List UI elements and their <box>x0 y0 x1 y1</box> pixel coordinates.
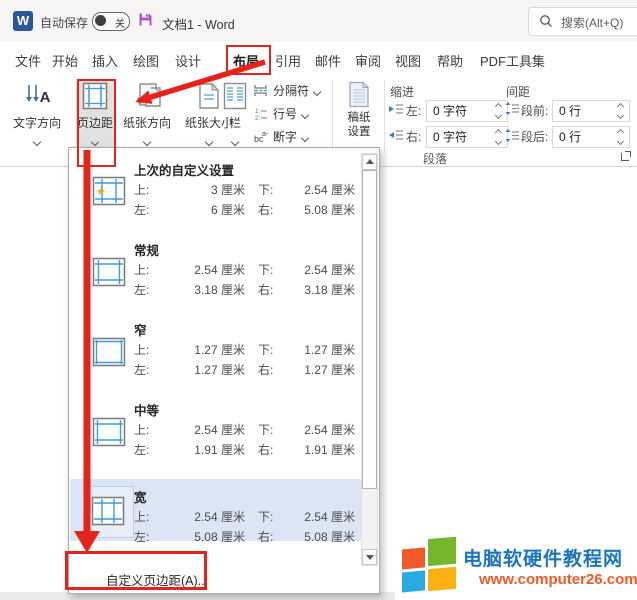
margin-preset-last-custom[interactable]: ★ 上次的自定义设置 上:3 厘米 下:2.54 厘米 左:6 厘米 右:5.0… <box>70 156 362 232</box>
line-numbers-icon: 1:2: <box>253 107 269 123</box>
margins-icon <box>76 82 114 112</box>
scroll-down-icon <box>366 555 374 560</box>
watermark-site-name: 电脑软硬件教程网 <box>463 544 623 571</box>
paragraph-group-label: 段落 <box>423 150 447 167</box>
indent-left-input[interactable]: 0 字符 <box>426 100 508 122</box>
autosave-state: 关 <box>115 15 125 30</box>
autosave-toggle[interactable]: 关 <box>92 12 130 31</box>
scrollbar-thumb[interactable] <box>362 170 377 489</box>
paragraph-dialog-launcher-icon[interactable] <box>621 150 632 161</box>
chevron-down-icon <box>205 138 213 146</box>
title-bar: W 自动保存 关 文档1 - Word 搜索(Alt+Q) <box>0 0 637 42</box>
hyphenation-icon: bca- <box>253 129 269 146</box>
tab-mailings[interactable]: 邮件 <box>315 51 341 70</box>
custom-margins-menu-item[interactable]: 自定义页边距(A)... <box>70 565 377 591</box>
line-numbers-button[interactable]: 1:2: 行号 <box>253 105 308 123</box>
watermark-site-url: www.computer26.com <box>479 571 637 588</box>
save-icon[interactable] <box>138 12 153 32</box>
spinner-control[interactable] <box>616 101 626 121</box>
document-title: 文档1 - Word <box>162 14 235 33</box>
tab-layout[interactable]: 布局 <box>233 51 259 70</box>
tab-review[interactable]: 审阅 <box>355 51 381 70</box>
spinner-control[interactable] <box>494 101 504 121</box>
dropdown-scrollbar[interactable] <box>361 153 378 566</box>
tab-draw[interactable]: 绘图 <box>133 51 159 70</box>
spacing-section-label: 间距 <box>506 83 530 100</box>
indent-left-label: 左: <box>406 102 421 119</box>
spacing-after-input[interactable]: 0 行 <box>552 126 630 148</box>
spacing-before-icon <box>505 102 519 118</box>
toggle-knob <box>95 15 106 26</box>
margins-dropdown-menu: ★ 上次的自定义设置 上:3 厘米 下:2.54 厘米 左:6 厘米 右:5.0… <box>68 147 380 594</box>
tab-view[interactable]: 视图 <box>395 51 421 70</box>
chevron-down-icon <box>301 134 309 142</box>
ribbon-tab-bar: 文件 开始 插入 绘图 设计 布局 引用 邮件 审阅 视图 帮助 PDF工具集 <box>0 42 637 75</box>
spacing-before-input[interactable]: 0 行 <box>552 100 630 122</box>
svg-text:2:: 2: <box>255 115 261 120</box>
margin-preset-moderate[interactable]: 中等 上:2.54 厘米 下:2.54 厘米 左:1.91 厘米 右:1.91 … <box>70 396 362 472</box>
orientation-button[interactable]: 纸张方向 <box>116 79 178 153</box>
margin-preset-wide[interactable]: 宽 上:2.54 厘米 下:2.54 厘米 左:5.08 厘米 右:5.08 厘… <box>70 479 377 541</box>
search-placeholder: 搜索(Alt+Q) <box>561 14 623 31</box>
spacing-before-label: 段前: <box>521 102 548 119</box>
spinner-control[interactable] <box>494 127 504 147</box>
chevron-down-icon <box>231 138 239 146</box>
breaks-button[interactable]: 分隔符 <box>253 82 320 100</box>
tab-references[interactable]: 引用 <box>275 51 301 70</box>
indent-right-icon <box>388 129 403 144</box>
word-window: W 自动保存 关 文档1 - Word 搜索(Alt+Q) 文件 开始 插入 绘… <box>0 0 637 600</box>
tab-design[interactable]: 设计 <box>175 51 201 70</box>
scroll-up-button[interactable] <box>362 154 377 170</box>
breaks-icon <box>253 84 269 100</box>
columns-button[interactable]: 栏 <box>214 79 256 153</box>
search-input[interactable]: 搜索(Alt+Q) <box>528 7 637 36</box>
margin-preset-normal[interactable]: 常规 上:2.54 厘米 下:2.54 厘米 左:3.18 厘米 右:3.18 … <box>70 236 362 312</box>
tab-insert[interactable]: 插入 <box>92 51 118 70</box>
indent-section-label: 缩进 <box>390 83 414 100</box>
tab-help[interactable]: 帮助 <box>437 51 463 70</box>
chevron-down-icon <box>313 88 321 96</box>
spacing-after-label: 段后: <box>521 128 548 145</box>
group-divider <box>384 80 385 152</box>
scroll-up-icon <box>366 159 374 164</box>
svg-text:1:: 1: <box>255 108 261 115</box>
autosave-label: 自动保存 <box>40 14 88 31</box>
indent-right-input[interactable]: 0 字符 <box>426 126 508 148</box>
columns-icon <box>214 82 256 112</box>
orientation-icon <box>116 82 178 112</box>
spacing-after-icon <box>505 129 519 145</box>
tab-pdf-tools[interactable]: PDF工具集 <box>480 51 545 70</box>
search-icon <box>539 14 553 33</box>
hyphenation-button[interactable]: bca- 断字 <box>253 128 308 146</box>
paper-setup-button[interactable]: 稿纸 设置 <box>336 79 382 153</box>
spinner-control[interactable] <box>616 127 626 147</box>
indent-left-icon <box>388 103 403 118</box>
paper-setup-icon <box>336 81 382 109</box>
chevron-down-icon <box>91 138 99 146</box>
tab-file[interactable]: 文件 <box>15 51 41 70</box>
word-app-icon: W <box>13 11 33 31</box>
scroll-down-button[interactable] <box>362 549 377 565</box>
tab-home[interactable]: 开始 <box>52 51 78 70</box>
site-watermark: 电脑软硬件教程网 www.computer26.com <box>400 537 637 599</box>
text-direction-button[interactable]: A 文字方向 <box>6 79 68 153</box>
indent-right-label: 右: <box>406 128 421 145</box>
chevron-down-icon <box>143 138 151 146</box>
chevron-down-icon <box>33 138 41 146</box>
text-direction-icon: A <box>6 82 68 112</box>
margins-button[interactable]: 页边距 <box>76 79 114 153</box>
group-divider <box>332 80 333 152</box>
chevron-down-icon <box>301 111 309 119</box>
margin-preset-narrow[interactable]: 窄 上:1.27 厘米 下:1.27 厘米 左:1.27 厘米 右:1.27 厘… <box>70 316 362 392</box>
svg-text:a-: a- <box>262 131 269 138</box>
windows-flag-logo <box>402 537 458 598</box>
svg-text:A: A <box>40 89 51 106</box>
